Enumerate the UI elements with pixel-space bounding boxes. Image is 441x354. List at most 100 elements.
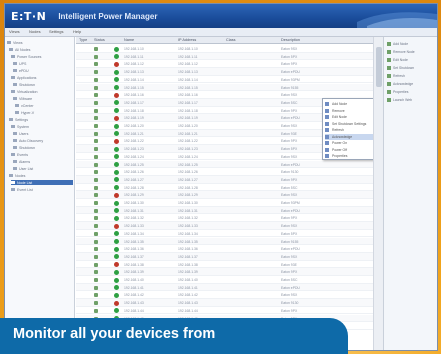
action-link[interactable]: Acknowledge [387,81,413,87]
table-row[interactable]: 192.168.1.29 192.168.1.29 Eaton 9SX [76,191,373,199]
column-header[interactable]: IP Address [178,38,196,42]
description-cell: Eaton 5SC [281,278,298,282]
toolbar-menu-item[interactable]: Views [9,29,20,34]
column-header[interactable]: Name [124,38,134,42]
tree-node[interactable]: Settings [9,117,73,122]
tree-node-label: User List [19,166,34,171]
device-type-icon [94,124,98,128]
tree-node[interactable]: Nodes [9,173,73,178]
tree-node[interactable]: Shutdown [13,145,73,150]
context-menu-item[interactable]: Add Node [325,101,375,107]
table-row[interactable]: 192.168.1.25 192.168.1.25 Eaton ePDU [76,160,373,169]
table-row[interactable]: 192.168.1.14 192.168.1.14 Eaton 93PM [76,76,373,84]
scrollbar-thumb[interactable] [376,47,382,87]
action-link[interactable]: Properties [387,89,408,95]
tree-node[interactable]: Shutdown [13,82,73,87]
table-row[interactable]: 192.168.1.44 192.168.1.44 Eaton 9PX [76,307,373,315]
table-row[interactable]: 192.168.1.10 192.168.1.10 Eaton 9SX [76,45,373,53]
action-link[interactable]: Remove Node [387,49,415,55]
tree-node[interactable]: Views [7,40,73,45]
tree-node[interactable]: User List [13,166,73,171]
folder-icon [13,146,17,149]
status-icon [114,85,119,90]
action-link[interactable]: Edit Node [387,57,408,63]
context-menu-item[interactable]: Acknowledge [325,133,375,140]
tree-node[interactable]: Applications [11,75,73,80]
ip-cell: 192.168.1.41 [178,285,198,290]
action-link[interactable]: Launch Web [387,97,412,103]
column-header[interactable]: Description [281,38,300,42]
device-type-icon [94,62,98,67]
table-row[interactable]: 192.168.1.37 192.168.1.37 Eaton 9SX [76,252,373,261]
context-menu-item[interactable]: Set Shutdown Settings [325,121,375,127]
tree-node[interactable]: Node List [11,180,73,185]
column-header[interactable]: Status [94,38,105,42]
tree-node[interactable]: System [11,124,73,129]
tree-node[interactable]: UPS [13,61,73,66]
folder-icon [11,90,15,93]
table-row[interactable]: 192.168.1.39 192.168.1.39 Eaton 9PX [76,268,373,276]
toolbar-menu-item[interactable]: Help [73,29,81,34]
status-icon [114,262,119,268]
table-row[interactable]: 192.168.1.32 192.168.1.32 Eaton 9PX [76,214,373,223]
context-menu-item[interactable]: Power On [325,140,375,146]
context-menu-item[interactable]: Properties [325,153,375,159]
status-icon [114,254,119,260]
table-row[interactable]: 192.168.1.34 192.168.1.34 Eaton 5PX [76,230,373,238]
context-menu-item[interactable]: Power Off [325,147,375,153]
action-link[interactable]: Set Shutdown [387,65,414,71]
navigation-tree[interactable]: Views All Nodes Power Sources UPS ePDU Applic… [5,37,75,350]
context-menu-item[interactable]: Refresh [325,127,375,133]
table-row[interactable]: 192.168.1.13 192.168.1.13 Eaton ePDU [76,68,373,76]
tree-node[interactable]: Power Sources [11,54,73,59]
tree-node[interactable]: Auto Discovery [13,138,73,143]
action-link[interactable]: Add Node [387,41,408,47]
tree-node[interactable]: VMware [13,96,73,101]
toolbar-menu-item[interactable]: Settings [49,29,63,34]
table-row[interactable]: 192.168.1.26 192.168.1.26 Eaton 9130 [76,168,373,176]
table-row[interactable]: 192.168.1.35 192.168.1.35 Eaton 9155 [76,237,373,246]
tree-node[interactable]: Event List [11,187,73,192]
column-header[interactable]: Type [79,38,87,42]
table-row[interactable]: 192.168.1.31 192.168.1.31 Eaton ePDU [76,206,373,215]
table-row[interactable]: 192.168.1.28 192.168.1.28 Eaton 5SC [76,184,373,192]
table-row[interactable]: 192.168.1.42 192.168.1.42 Eaton 9SX [76,291,373,300]
vertical-scrollbar[interactable] [373,37,383,350]
folder-icon [13,97,17,100]
tree-node[interactable]: Virtualization [11,89,73,94]
toolbar-menu-item[interactable]: Nodes [29,29,41,34]
name-cell: 192.168.1.34 [124,231,144,236]
column-header[interactable]: Class [226,38,236,42]
device-type-icon [94,208,98,213]
context-menu-item[interactable]: Remove [325,108,375,114]
tree-node[interactable]: Alarms [13,159,73,164]
table-row[interactable]: 192.168.1.33 192.168.1.33 Eaton 9SX [76,222,373,230]
tree-node[interactable]: Users [13,131,73,136]
tree-node[interactable]: ePDU [13,68,73,73]
table-row[interactable]: 192.168.1.12 192.168.1.12 Eaton 9PX [76,60,373,69]
name-cell: 192.168.1.30 [124,201,144,205]
ip-cell: 192.168.1.33 [178,224,198,229]
table-row[interactable]: 192.168.1.27 192.168.1.27 Eaton 9PX [76,175,373,184]
device-type-icon [94,139,98,144]
table-row[interactable]: 192.168.1.40 192.168.1.40 Eaton 5SC [76,276,373,284]
table-row[interactable]: 192.168.1.30 192.168.1.30 Eaton 93PM [76,199,373,207]
tree-node-label: Auto Discovery [19,138,44,143]
table-row[interactable]: 192.168.1.43 192.168.1.43 Eaton 9130 [76,299,373,307]
table-row[interactable]: 192.168.1.41 192.168.1.41 Eaton ePDU [76,283,373,292]
context-menu-item[interactable]: Edit Node [325,114,375,120]
name-cell: 192.168.1.32 [124,216,144,221]
tree-node[interactable]: vCenter [15,103,73,108]
table-row[interactable]: 192.168.1.11 192.168.1.11 Eaton 5PX [76,52,373,61]
action-link[interactable]: Refresh [387,73,405,79]
table-row[interactable]: 192.168.1.36 192.168.1.36 Eaton ePDU [76,245,373,253]
table-row[interactable]: 192.168.1.15 192.168.1.15 Eaton 9155 [76,83,373,92]
status-icon [114,200,119,206]
description-cell: Eaton ePDU [281,116,300,121]
tree-node[interactable]: Events [11,152,73,157]
ip-cell: 192.168.1.26 [178,170,198,175]
device-type-icon [94,216,98,221]
tree-node[interactable]: All Nodes [9,47,73,52]
table-row[interactable]: 192.168.1.38 192.168.1.38 Eaton 93E [76,261,373,269]
tree-node[interactable]: Hyper-V [15,110,73,115]
